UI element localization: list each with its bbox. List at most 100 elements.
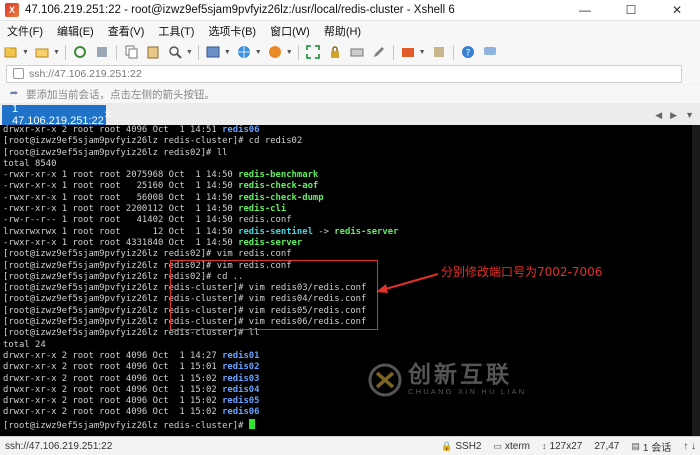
chat-icon[interactable] bbox=[482, 44, 498, 60]
window-title: 47.106.219.251:22 - root@izwz9ef5sjam9pv… bbox=[25, 4, 455, 16]
arrow-bookmark-icon[interactable]: ➦ bbox=[8, 88, 20, 100]
tab-session-1[interactable]: 1 47.106.219.251:22 ✕ bbox=[2, 103, 112, 127]
terminal-text: total 24 bbox=[3, 339, 46, 350]
toolbar-divider bbox=[392, 44, 394, 60]
menu-item[interactable]: 查看(V) bbox=[101, 23, 152, 39]
terminal-text: -rwxr-xr-x 1 root root 2200112 Oct 1 14:… bbox=[3, 204, 239, 215]
menu-item[interactable]: 窗口(W) bbox=[263, 23, 317, 39]
terminal-line: -rwxr-xr-x 1 root root 2075968 Oct 1 14:… bbox=[3, 170, 398, 181]
chevron-down-icon[interactable]: ▼ bbox=[186, 49, 193, 56]
menu-item[interactable]: 工具(T) bbox=[151, 23, 201, 39]
status-size-text: 127x27 bbox=[549, 440, 583, 452]
watermark-logo-icon bbox=[368, 363, 402, 397]
status-size: ↕ 127x27 bbox=[542, 441, 582, 452]
chevron-down-icon[interactable]: ▼ bbox=[255, 49, 262, 56]
chevron-down-icon[interactable]: ▼ bbox=[53, 49, 60, 56]
terminal-line: drwxr-xr-x 2 root root 4096 Oct 1 15:02 … bbox=[3, 385, 398, 396]
terminal-text: lrwxrwxrwx 1 root root 12 Oct 1 14:50 bbox=[3, 226, 239, 237]
compose-icon[interactable] bbox=[371, 44, 387, 60]
terminal-text: drwxr-xr-x 2 root root 4096 Oct 1 14:27 bbox=[3, 350, 223, 361]
status-position: 27,47 bbox=[594, 441, 619, 452]
chevron-left-icon[interactable]: ◀ bbox=[655, 110, 662, 121]
toolbar-divider bbox=[452, 44, 454, 60]
status-sessions: ▤ 1 会话 bbox=[631, 439, 671, 454]
fullscreen-icon[interactable] bbox=[305, 44, 321, 60]
terminal-line: -rwxr-xr-x 1 root root 56008 Oct 1 14:50… bbox=[3, 193, 398, 204]
terminal-cursor bbox=[248, 418, 255, 429]
terminal-line: -rw-r--r-- 1 root root 41402 Oct 1 14:50… bbox=[3, 215, 398, 226]
help-icon[interactable]: ? bbox=[460, 44, 476, 60]
close-button[interactable]: ✕ bbox=[654, 0, 700, 20]
close-icon[interactable]: ✕ bbox=[104, 110, 112, 121]
toolbar: ▼ ▼ ▼ ▼ ▼ ▼ ▼ ? bbox=[0, 41, 700, 64]
chevron-down-icon[interactable]: ▼ bbox=[224, 49, 231, 56]
terminal-text: drwxr-xr-x 2 root root 4096 Oct 1 15:02 bbox=[3, 407, 223, 418]
terminal-line: drwxr-xr-x 2 root root 4096 Oct 1 15:02 … bbox=[3, 396, 398, 407]
menu-item[interactable]: 文件(F) bbox=[0, 23, 50, 39]
menu-item[interactable]: 编辑(E) bbox=[50, 23, 101, 39]
globe-icon[interactable] bbox=[236, 44, 252, 60]
menu-item[interactable]: 帮助(H) bbox=[317, 23, 368, 39]
lock-icon[interactable] bbox=[327, 44, 343, 60]
terminal[interactable]: drwxr-xr-x 2 root root 4096 Oct 1 14:51 … bbox=[0, 125, 700, 436]
terminal-line: -rwxr-xr-x 1 root root 25160 Oct 1 14:50… bbox=[3, 181, 398, 192]
toolbar-divider bbox=[64, 44, 66, 60]
new-session-icon[interactable] bbox=[3, 44, 19, 60]
tab-label: 1 47.106.219.251:22 bbox=[12, 103, 104, 127]
terminal-text: drwxr-xr-x 2 root root 4096 Oct 1 15:01 bbox=[3, 362, 223, 373]
terminal-text: redis03 bbox=[222, 373, 260, 384]
maximize-button[interactable]: ☐ bbox=[608, 0, 654, 20]
terminal-text: -rw-r--r-- 1 root root 41402 Oct 1 14:50… bbox=[3, 215, 292, 226]
terminal-text: redis-server bbox=[334, 226, 399, 237]
status-protocol: 🔒 SSH2 bbox=[441, 441, 481, 452]
terminal-line: [root@izwz9ef5sjam9pvfyiz26lz redis-clus… bbox=[3, 418, 398, 431]
open-folder-icon[interactable] bbox=[34, 44, 50, 60]
address-text: ssh://47.106.219.251:22 bbox=[29, 67, 142, 80]
terminal-text: drwxr-xr-x 2 root root 4096 Oct 1 14:51 bbox=[3, 125, 223, 135]
terminal-text: redis-sentinel bbox=[238, 226, 313, 237]
xshell-logo-icon: X bbox=[5, 3, 19, 17]
chevron-right-icon[interactable]: ▶ bbox=[670, 110, 677, 121]
terminal-text: -> bbox=[312, 226, 335, 237]
tab-menu-icon[interactable]: ▼ bbox=[685, 110, 694, 120]
disconnect-icon[interactable] bbox=[94, 44, 110, 60]
minimize-button[interactable]: ― bbox=[562, 0, 608, 20]
chevron-down-icon[interactable]: ▼ bbox=[286, 49, 293, 56]
session-icon bbox=[13, 68, 24, 79]
menu-item[interactable]: 选项卡(B) bbox=[201, 23, 263, 39]
terminal-line: total 8540 bbox=[3, 159, 398, 170]
lock-icon: 🔒 bbox=[441, 440, 453, 451]
terminal-text: -rwxr-xr-x 1 root root 4331840 Oct 1 14:… bbox=[3, 237, 239, 248]
terminal-text: redis05 bbox=[222, 396, 260, 407]
copy-icon[interactable] bbox=[123, 44, 139, 60]
terminal-line: [root@izwz9ef5sjam9pvfyiz26lz redis02]# … bbox=[3, 249, 398, 260]
properties-icon[interactable] bbox=[205, 44, 221, 60]
find-icon[interactable] bbox=[167, 44, 183, 60]
status-bar: ssh://47.106.219.251:22 🔒 SSH2 ▭ xterm ↕ 12… bbox=[0, 436, 700, 455]
keyboard-icon[interactable] bbox=[349, 44, 365, 60]
session-count-icon: ▤ bbox=[631, 440, 640, 451]
title-bar: X 47.106.219.251:22 - root@izwz9ef5sjam9… bbox=[0, 0, 700, 21]
terminal-line: [root@izwz9ef5sjam9pvfyiz26lz redis02]# … bbox=[3, 148, 398, 159]
terminal-text: drwxr-xr-x 2 root root 4096 Oct 1 15:02 bbox=[3, 384, 223, 395]
terminal-line: lrwxrwxrwx 1 root root 12 Oct 1 14:50 re… bbox=[3, 227, 398, 238]
status-position-text: 27,47 bbox=[594, 440, 620, 452]
terminal-scrollbar[interactable] bbox=[692, 125, 700, 436]
chevron-down-icon[interactable]: ▼ bbox=[419, 49, 426, 56]
address-bar: ssh://47.106.219.251:22 bbox=[0, 63, 700, 84]
reconnect-icon[interactable] bbox=[72, 44, 88, 60]
status-session: ssh://47.106.219.251:22 bbox=[5, 440, 113, 452]
chevron-down-icon[interactable]: ▼ bbox=[22, 49, 29, 56]
xftp-icon[interactable] bbox=[400, 44, 416, 60]
menu-bar: 文件(F) 编辑(E) 查看(V) 工具(T) 选项卡(B) 窗口(W) 帮助(H) bbox=[0, 21, 700, 41]
terminal-text: [root@izwz9ef5sjam9pvfyiz26lz redis02]# … bbox=[3, 249, 292, 260]
terminal-text: drwxr-xr-x 2 root root 4096 Oct 1 15:02 bbox=[3, 373, 223, 384]
paste-icon[interactable] bbox=[145, 44, 161, 60]
transfer-icon[interactable] bbox=[431, 44, 447, 60]
terminal-text: -rwxr-xr-x 1 root root 2075968 Oct 1 14:… bbox=[3, 170, 239, 181]
color-scheme-icon[interactable] bbox=[267, 44, 283, 60]
terminal-line: total 24 bbox=[3, 340, 398, 351]
status-arrows[interactable]: ↑ ↓ bbox=[683, 441, 696, 452]
address-input[interactable]: ssh://47.106.219.251:22 bbox=[6, 64, 682, 83]
terminal-line: drwxr-xr-x 2 root root 4096 Oct 1 15:02 … bbox=[3, 374, 398, 385]
